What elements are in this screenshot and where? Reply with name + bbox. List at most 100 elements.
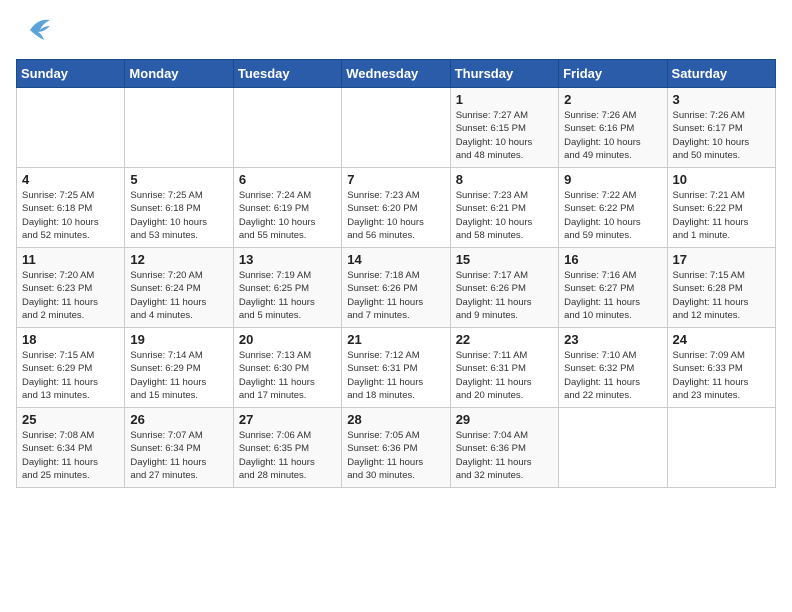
day-info: Sunrise: 7:26 AM Sunset: 6:16 PM Dayligh… xyxy=(564,109,661,162)
calendar-cell: 8 Sunrise: 7:23 AM Sunset: 6:21 PM Daylig… xyxy=(450,168,558,248)
day-number: 6 xyxy=(239,172,336,187)
calendar-cell: 3Sunrise: 7:26 AM Sunset: 6:17 PM Daylig… xyxy=(667,88,775,168)
day-number: 7 xyxy=(347,172,444,187)
calendar-cell: 2 Sunrise: 7:26 AM Sunset: 6:16 PM Daylig… xyxy=(559,88,667,168)
calendar-cell: 14 Sunrise: 7:18 AM Sunset: 6:26 PM Dayli… xyxy=(342,248,450,328)
day-info: Sunrise: 7:14 AM Sunset: 6:29 PM Dayligh… xyxy=(130,349,227,402)
calendar-cell: 9 Sunrise: 7:22 AM Sunset: 6:22 PM Daylig… xyxy=(559,168,667,248)
week-row-4: 25 Sunrise: 7:08 AM Sunset: 6:34 PM Dayli… xyxy=(17,408,776,488)
day-number: 16 xyxy=(564,252,661,267)
day-info: Sunrise: 7:25 AM Sunset: 6:18 PM Dayligh… xyxy=(22,189,119,242)
day-header-thursday: Thursday xyxy=(450,60,558,88)
day-info: Sunrise: 7:19 AM Sunset: 6:25 PM Dayligh… xyxy=(239,269,336,322)
calendar-cell: 19 Sunrise: 7:14 AM Sunset: 6:29 PM Dayli… xyxy=(125,328,233,408)
week-row-2: 11 Sunrise: 7:20 AM Sunset: 6:23 PM Dayli… xyxy=(17,248,776,328)
day-info: Sunrise: 7:05 AM Sunset: 6:36 PM Dayligh… xyxy=(347,429,444,482)
day-number: 14 xyxy=(347,252,444,267)
day-info: Sunrise: 7:23 AM Sunset: 6:20 PM Dayligh… xyxy=(347,189,444,242)
calendar-header-row: SundayMondayTuesdayWednesdayThursdayFrid… xyxy=(17,60,776,88)
day-info: Sunrise: 7:15 AM Sunset: 6:29 PM Dayligh… xyxy=(22,349,119,402)
day-number: 13 xyxy=(239,252,336,267)
day-info: Sunrise: 7:27 AM Sunset: 6:15 PM Dayligh… xyxy=(456,109,553,162)
day-number: 4 xyxy=(22,172,119,187)
day-number: 29 xyxy=(456,412,553,427)
day-number: 3 xyxy=(673,92,770,107)
day-number: 10 xyxy=(673,172,770,187)
day-info: Sunrise: 7:20 AM Sunset: 6:24 PM Dayligh… xyxy=(130,269,227,322)
day-info: Sunrise: 7:04 AM Sunset: 6:36 PM Dayligh… xyxy=(456,429,553,482)
day-number: 28 xyxy=(347,412,444,427)
calendar-table: SundayMondayTuesdayWednesdayThursdayFrid… xyxy=(16,59,776,488)
day-number: 18 xyxy=(22,332,119,347)
day-number: 21 xyxy=(347,332,444,347)
calendar-cell: 20Sunrise: 7:13 AM Sunset: 6:30 PM Dayli… xyxy=(233,328,341,408)
day-number: 17 xyxy=(673,252,770,267)
logo xyxy=(16,16,52,49)
calendar-cell: 5Sunrise: 7:25 AM Sunset: 6:18 PM Daylig… xyxy=(125,168,233,248)
calendar-cell: 17 Sunrise: 7:15 AM Sunset: 6:28 PM Dayli… xyxy=(667,248,775,328)
day-number: 20 xyxy=(239,332,336,347)
day-number: 1 xyxy=(456,92,553,107)
calendar-cell: 13 Sunrise: 7:19 AM Sunset: 6:25 PM Dayli… xyxy=(233,248,341,328)
day-number: 25 xyxy=(22,412,119,427)
day-header-sunday: Sunday xyxy=(17,60,125,88)
calendar-cell: 4 Sunrise: 7:25 AM Sunset: 6:18 PM Daylig… xyxy=(17,168,125,248)
day-info: Sunrise: 7:22 AM Sunset: 6:22 PM Dayligh… xyxy=(564,189,661,242)
day-info: Sunrise: 7:11 AM Sunset: 6:31 PM Dayligh… xyxy=(456,349,553,402)
calendar-cell: 7 Sunrise: 7:23 AM Sunset: 6:20 PM Daylig… xyxy=(342,168,450,248)
day-info: Sunrise: 7:25 AM Sunset: 6:18 PM Dayligh… xyxy=(130,189,227,242)
day-info: Sunrise: 7:18 AM Sunset: 6:26 PM Dayligh… xyxy=(347,269,444,322)
day-header-saturday: Saturday xyxy=(667,60,775,88)
day-number: 24 xyxy=(673,332,770,347)
day-info: Sunrise: 7:23 AM Sunset: 6:21 PM Dayligh… xyxy=(456,189,553,242)
calendar-cell xyxy=(125,88,233,168)
calendar-cell: 16 Sunrise: 7:16 AM Sunset: 6:27 PM Dayli… xyxy=(559,248,667,328)
header xyxy=(16,16,776,49)
calendar-cell: 18 Sunrise: 7:15 AM Sunset: 6:29 PM Dayli… xyxy=(17,328,125,408)
day-number: 15 xyxy=(456,252,553,267)
day-info: Sunrise: 7:16 AM Sunset: 6:27 PM Dayligh… xyxy=(564,269,661,322)
day-number: 2 xyxy=(564,92,661,107)
calendar-cell: 12 Sunrise: 7:20 AM Sunset: 6:24 PM Dayli… xyxy=(125,248,233,328)
calendar-cell: 21 Sunrise: 7:12 AM Sunset: 6:31 PM Dayli… xyxy=(342,328,450,408)
day-header-monday: Monday xyxy=(125,60,233,88)
calendar-cell: 6 Sunrise: 7:24 AM Sunset: 6:19 PM Daylig… xyxy=(233,168,341,248)
day-info: Sunrise: 7:07 AM Sunset: 6:34 PM Dayligh… xyxy=(130,429,227,482)
calendar-cell: 26 Sunrise: 7:07 AM Sunset: 6:34 PM Dayli… xyxy=(125,408,233,488)
day-info: Sunrise: 7:06 AM Sunset: 6:35 PM Dayligh… xyxy=(239,429,336,482)
calendar-cell xyxy=(17,88,125,168)
day-info: Sunrise: 7:20 AM Sunset: 6:23 PM Dayligh… xyxy=(22,269,119,322)
calendar-cell xyxy=(559,408,667,488)
day-info: Sunrise: 7:10 AM Sunset: 6:32 PM Dayligh… xyxy=(564,349,661,402)
logo-bird-icon xyxy=(20,16,52,49)
day-number: 12 xyxy=(130,252,227,267)
calendar-cell: 27Sunrise: 7:06 AM Sunset: 6:35 PM Dayli… xyxy=(233,408,341,488)
calendar-cell xyxy=(667,408,775,488)
day-info: Sunrise: 7:21 AM Sunset: 6:22 PM Dayligh… xyxy=(673,189,770,242)
day-info: Sunrise: 7:17 AM Sunset: 6:26 PM Dayligh… xyxy=(456,269,553,322)
calendar-cell: 29 Sunrise: 7:04 AM Sunset: 6:36 PM Dayli… xyxy=(450,408,558,488)
day-number: 19 xyxy=(130,332,227,347)
day-header-wednesday: Wednesday xyxy=(342,60,450,88)
day-info: Sunrise: 7:15 AM Sunset: 6:28 PM Dayligh… xyxy=(673,269,770,322)
day-number: 23 xyxy=(564,332,661,347)
day-number: 11 xyxy=(22,252,119,267)
calendar-cell: 10 Sunrise: 7:21 AM Sunset: 6:22 PM Dayli… xyxy=(667,168,775,248)
day-info: Sunrise: 7:12 AM Sunset: 6:31 PM Dayligh… xyxy=(347,349,444,402)
calendar-cell: 15 Sunrise: 7:17 AM Sunset: 6:26 PM Dayli… xyxy=(450,248,558,328)
day-info: Sunrise: 7:24 AM Sunset: 6:19 PM Dayligh… xyxy=(239,189,336,242)
day-number: 8 xyxy=(456,172,553,187)
calendar-cell: 22Sunrise: 7:11 AM Sunset: 6:31 PM Dayli… xyxy=(450,328,558,408)
calendar-cell: 23 Sunrise: 7:10 AM Sunset: 6:32 PM Dayli… xyxy=(559,328,667,408)
day-number: 26 xyxy=(130,412,227,427)
day-number: 9 xyxy=(564,172,661,187)
calendar-cell: 28 Sunrise: 7:05 AM Sunset: 6:36 PM Dayli… xyxy=(342,408,450,488)
week-row-1: 4 Sunrise: 7:25 AM Sunset: 6:18 PM Daylig… xyxy=(17,168,776,248)
day-header-tuesday: Tuesday xyxy=(233,60,341,88)
week-row-0: 1 Sunrise: 7:27 AM Sunset: 6:15 PM Daylig… xyxy=(17,88,776,168)
day-header-friday: Friday xyxy=(559,60,667,88)
week-row-3: 18 Sunrise: 7:15 AM Sunset: 6:29 PM Dayli… xyxy=(17,328,776,408)
calendar-cell: 1 Sunrise: 7:27 AM Sunset: 6:15 PM Daylig… xyxy=(450,88,558,168)
day-info: Sunrise: 7:08 AM Sunset: 6:34 PM Dayligh… xyxy=(22,429,119,482)
day-info: Sunrise: 7:09 AM Sunset: 6:33 PM Dayligh… xyxy=(673,349,770,402)
